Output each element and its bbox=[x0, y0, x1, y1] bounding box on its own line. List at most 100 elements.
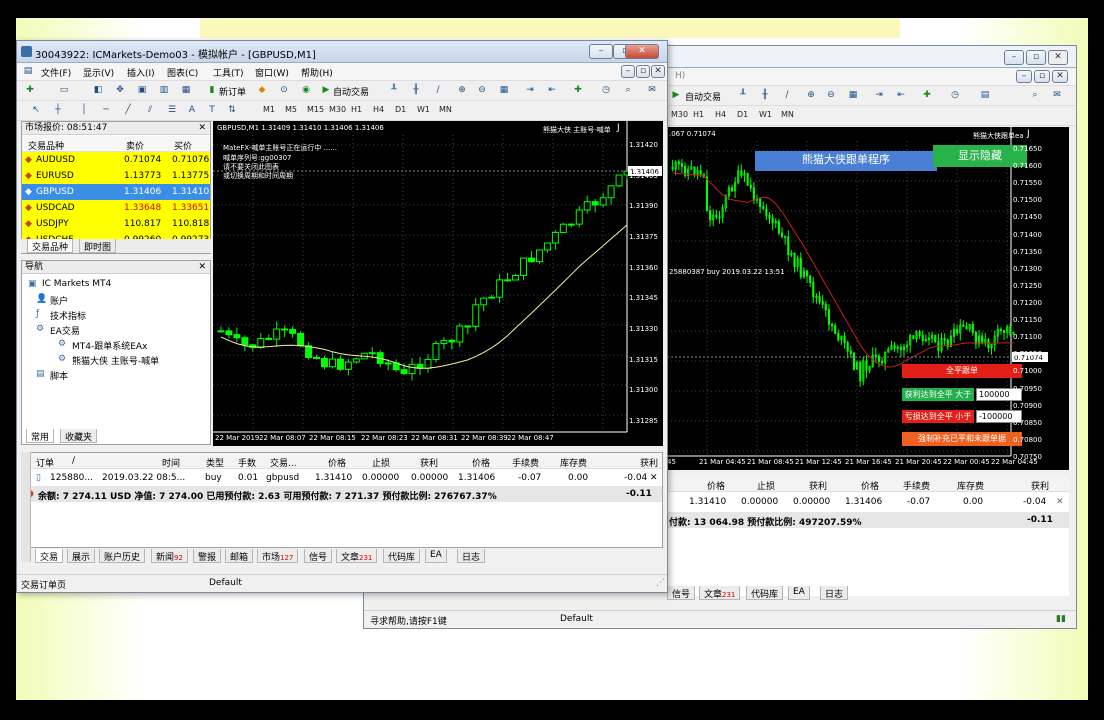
terminal-col[interactable]: 获利 bbox=[420, 456, 438, 469]
mdi-close-icon[interactable]: ✕ bbox=[1052, 70, 1068, 83]
zoom-out-icon[interactable]: ⊖ bbox=[824, 89, 838, 102]
terminal-tab[interactable]: 文章231 bbox=[699, 586, 741, 600]
timeframe-h1[interactable]: H1 bbox=[351, 105, 362, 114]
close-order-icon[interactable]: ✕ bbox=[1056, 497, 1064, 507]
tester-icon[interactable]: ▦ bbox=[179, 84, 193, 97]
navigator-icon[interactable]: ▣ bbox=[135, 84, 149, 97]
timeframe-mn[interactable]: MN bbox=[781, 110, 794, 119]
force-sync-button[interactable]: 强制补充已平和未跟单据 bbox=[902, 432, 1022, 446]
indicators-icon[interactable]: ✚ bbox=[920, 89, 934, 102]
terminal-col[interactable]: / bbox=[72, 456, 75, 466]
auto-scroll-icon[interactable]: ⇥ bbox=[523, 84, 537, 97]
title-bar[interactable]: 30043922: ICMarkets-Demo03 - 模拟帐户 - [GBP… bbox=[17, 41, 667, 63]
terminal-icon[interactable]: ▥ bbox=[157, 84, 171, 97]
navigator-item[interactable]: ⚙ MT4-跟单系统EAx bbox=[22, 336, 210, 352]
zoom-in-icon[interactable]: ⊕ bbox=[455, 84, 469, 97]
close-order-icon[interactable]: ✕ bbox=[650, 473, 658, 483]
terminal-tab[interactable]: 警报 bbox=[193, 549, 222, 563]
menu-item-0[interactable]: 文件(F) bbox=[41, 66, 71, 79]
chat-icon[interactable]: ✉ bbox=[645, 84, 659, 97]
terminal-col[interactable]: 库存费 bbox=[560, 456, 587, 469]
close-panel-icon[interactable]: ✕ bbox=[198, 261, 206, 273]
bar-chart-icon[interactable]: ╨ bbox=[736, 89, 750, 102]
auto-trade-icon[interactable]: ▶ bbox=[319, 84, 333, 97]
chart-gbpusd-m1[interactable]: 1.31406 GBPUSD,M1 1.31409 1.31410 1.3140… bbox=[213, 121, 663, 446]
search-icon[interactable]: ⌕ bbox=[621, 84, 635, 97]
channel-icon[interactable]: ⫽ bbox=[143, 104, 157, 117]
timeframe-m15[interactable]: M15 bbox=[307, 105, 324, 114]
line-chart-icon[interactable]: ∕ bbox=[431, 84, 445, 97]
trendline-icon[interactable]: ╱ bbox=[121, 104, 135, 117]
mdi-restore-icon[interactable]: ▫ bbox=[636, 65, 650, 78]
copy-program-button[interactable]: 熊猫大侠跟单程序 bbox=[755, 151, 937, 171]
terminal-tab[interactable]: 代码库 bbox=[746, 586, 784, 600]
tab-common[interactable]: 常用 bbox=[26, 429, 55, 443]
terminal-tab[interactable]: 交易 bbox=[35, 549, 64, 563]
tile-windows-icon[interactable]: ▦ bbox=[846, 89, 860, 102]
menu-item-4[interactable]: 工具(T) bbox=[213, 66, 244, 79]
timeframe-m1[interactable]: M1 bbox=[263, 105, 275, 114]
tab-symbols[interactable]: 交易品种 bbox=[27, 239, 74, 253]
restore-button[interactable]: ▫ bbox=[1026, 50, 1046, 65]
terminal-tab[interactable]: 文章231 bbox=[336, 549, 378, 563]
auto-trade-button[interactable]: 自动交易 bbox=[333, 85, 369, 98]
terminal-col[interactable]: 获利 bbox=[640, 456, 658, 469]
arrows-icon[interactable]: ⇅ bbox=[225, 104, 239, 117]
minimize-button[interactable]: – bbox=[589, 44, 613, 59]
search-icon[interactable]: ⌕ bbox=[1028, 89, 1042, 102]
tile-windows-icon[interactable]: ▦ bbox=[497, 84, 511, 97]
tab-favorites[interactable]: 收藏夹 bbox=[60, 429, 98, 443]
market-watch-row[interactable]: ◆ EURUSD 1.13773 1.13775 bbox=[22, 168, 210, 184]
vertical-line-icon[interactable]: │ bbox=[77, 104, 91, 117]
data-window-icon[interactable]: ✥ bbox=[113, 84, 127, 97]
line-chart-icon[interactable]: ∕ bbox=[780, 89, 794, 102]
close-all-copy-button[interactable]: 全平跟单 bbox=[902, 364, 1022, 378]
market-watch-row[interactable]: ◆ GBPUSD 1.31406 1.31410 bbox=[22, 184, 210, 200]
timeframe-w1[interactable]: W1 bbox=[417, 105, 430, 114]
navigator-item[interactable]: ▣ IC Markets MT4 bbox=[22, 276, 210, 292]
chart-menu-icon[interactable]: ▤ bbox=[21, 65, 35, 78]
market-watch-row[interactable]: ◆ USDCAD 1.33648 1.33651 bbox=[22, 200, 210, 216]
candle-chart-icon[interactable]: ╫ bbox=[409, 84, 423, 97]
text-label-icon[interactable]: T bbox=[205, 104, 219, 117]
timeframe-h4[interactable]: H4 bbox=[715, 110, 726, 119]
terminal-tab[interactable]: 展示 bbox=[67, 549, 96, 563]
resize-grip-icon[interactable]: ⋰ bbox=[656, 578, 665, 588]
menu-item-1[interactable]: 显示(V) bbox=[83, 66, 114, 79]
terminal-tab[interactable]: 市场127 bbox=[257, 549, 299, 563]
zoom-out-icon[interactable]: ⊖ bbox=[475, 84, 489, 97]
navigator-item[interactable]: ▤ 脚本 bbox=[22, 366, 210, 382]
mdi-close-icon[interactable]: ✕ bbox=[651, 65, 665, 78]
menu-item-5[interactable]: 窗口(W) bbox=[255, 66, 289, 79]
timeframe-m30[interactable]: M30 bbox=[671, 110, 688, 119]
chart-shift-icon[interactable]: ⇤ bbox=[894, 89, 908, 102]
templates-icon[interactable]: ▤ bbox=[978, 89, 992, 102]
terminal-tab[interactable]: 邮箱 bbox=[225, 549, 254, 563]
zoom-in-icon[interactable]: ⊕ bbox=[804, 89, 818, 102]
close-button[interactable]: ✕ bbox=[625, 44, 659, 59]
market-icon[interactable]: ◉ bbox=[299, 84, 313, 97]
timeframe-m5[interactable]: M5 bbox=[285, 105, 297, 114]
minimize-button[interactable]: – bbox=[1004, 50, 1024, 65]
order-row[interactable]: 1.31410 0.00000 0.00000 1.31406 -0.07 0.… bbox=[667, 494, 1069, 510]
auto-scroll-icon[interactable]: ⇥ bbox=[872, 89, 886, 102]
order-row[interactable]: ▯ 125880... 2019.03.22 08:5... buy 0.01 … bbox=[22, 470, 662, 486]
timeframe-m30[interactable]: M30 bbox=[329, 105, 346, 114]
close-panel-icon[interactable]: ✕ bbox=[198, 122, 206, 134]
terminal-tab[interactable]: EA bbox=[425, 549, 447, 563]
timeframe-d1[interactable]: D1 bbox=[395, 105, 406, 114]
auto-trade-icon[interactable]: ▶ bbox=[669, 89, 683, 102]
terminal-tab[interactable]: 新闻92 bbox=[151, 549, 188, 563]
market-watch-row[interactable]: ◆ USDJPY 110.817 110.818 bbox=[22, 216, 210, 232]
mdi-restore-icon[interactable]: ▫ bbox=[1034, 70, 1050, 83]
metaeditor-icon[interactable]: ◆ bbox=[255, 84, 269, 97]
terminal-col[interactable]: 订单 bbox=[36, 456, 54, 469]
bar-chart-icon[interactable]: ╨ bbox=[387, 84, 401, 97]
market-watch-row[interactable]: ◆ AUDUSD 0.71074 0.71076 bbox=[22, 152, 210, 168]
terminal-tab[interactable]: 信号 bbox=[304, 549, 333, 563]
signals-icon[interactable]: ⊙ bbox=[277, 84, 291, 97]
terminal-col[interactable]: 手数 bbox=[238, 456, 256, 469]
indicators-icon[interactable]: ✚ bbox=[571, 84, 585, 97]
new-chart-icon[interactable]: ✚ bbox=[23, 84, 37, 97]
navigator-item[interactable]: 👤 账户 bbox=[22, 291, 210, 307]
